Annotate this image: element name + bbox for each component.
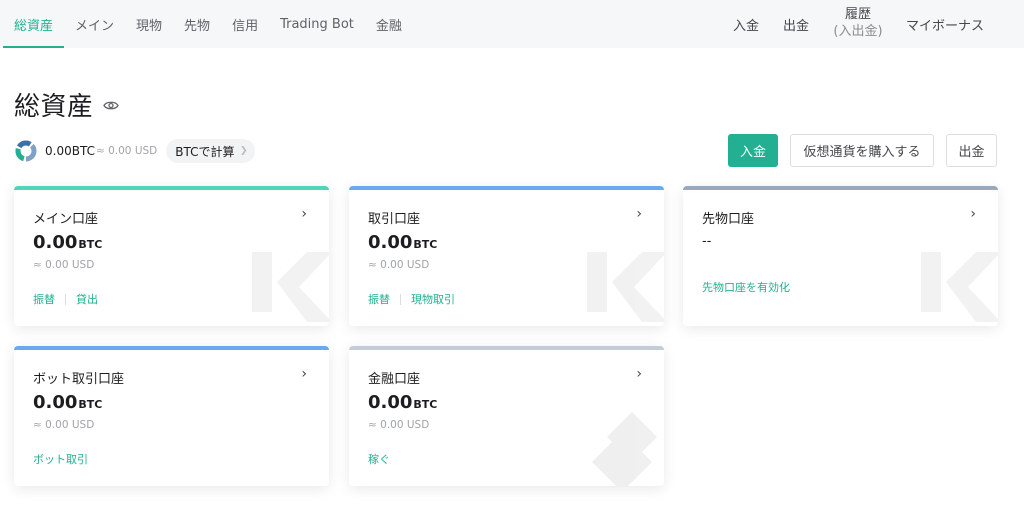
balance-unit: BTC [413, 398, 438, 411]
history-sub-label: (入出金) [833, 24, 883, 39]
deposit-button[interactable]: 入金 [728, 134, 778, 167]
earn-link[interactable]: 稼ぐ [368, 451, 390, 467]
total-balance-summary: 0.00BTC ≈ 0.00 USD BTCで計算 ❯ [15, 139, 255, 163]
nav-withdraw-link[interactable]: 出金 [783, 15, 809, 34]
card-balance: 0.00BTC [33, 392, 102, 413]
stack-watermark-icon [592, 412, 657, 486]
title-row: 総資産 [14, 86, 119, 123]
divider [65, 293, 66, 305]
card-balance: 0.00BTC [33, 232, 102, 253]
total-usd-value: ≈ 0.00 USD [95, 145, 158, 157]
nav-bonus-link[interactable]: マイボーナス [906, 15, 984, 34]
currency-calc-selector[interactable]: BTCで計算 ❯ [166, 139, 255, 163]
tab-margin[interactable]: 信用 [232, 0, 258, 48]
page-title: 総資産 [14, 92, 94, 122]
balance-unit: BTC [413, 238, 438, 251]
balance-unit: BTC [78, 238, 103, 251]
nav-deposit-link[interactable]: 入金 [733, 15, 759, 34]
tab-total-assets[interactable]: 総資産 [2, 0, 65, 48]
card-accent-bar [349, 346, 664, 350]
usd-value: ≈ 0.00 USD [33, 259, 95, 271]
total-btc-value: 0.00BTC [45, 144, 95, 158]
transfer-link[interactable]: 振替 [33, 291, 55, 307]
chevron-right-icon[interactable]: › [636, 206, 642, 222]
chevron-right-icon[interactable]: › [970, 206, 976, 222]
tab-futures[interactable]: 先物 [184, 0, 210, 48]
divider [400, 293, 401, 305]
usd-value: ≈ 0.00 USD [33, 419, 95, 431]
nav-history-link[interactable]: 履歴 (入出金) [830, 6, 886, 40]
chevron-right-icon: ❯ [239, 146, 248, 156]
bot-account-card[interactable]: ボット取引口座 › 0.00BTC ≈ 0.00 USD ボット取引 [14, 346, 329, 486]
trading-account-card[interactable]: 取引口座 › 0.00BTC ≈ 0.00 USD 振替 現物取引 [349, 186, 664, 326]
asset-ring-icon [15, 140, 37, 162]
finance-account-card[interactable]: 金融口座 › 0.00BTC ≈ 0.00 USD 稼ぐ [349, 346, 664, 486]
logo-watermark-icon [587, 252, 664, 322]
spot-trade-link[interactable]: 現物取引 [411, 291, 455, 307]
card-links: ボット取引 [33, 451, 88, 467]
card-links: 稼ぐ [368, 451, 390, 467]
usd-value: ≈ 0.00 USD [368, 419, 430, 431]
bot-trade-link[interactable]: ボット取引 [33, 451, 88, 467]
usd-value: ≈ 0.00 USD [368, 259, 430, 271]
card-accent-bar [14, 346, 329, 350]
card-title: 金融口座 [368, 372, 421, 387]
card-accent-bar [349, 186, 664, 190]
card-balance: 0.00BTC [368, 232, 437, 253]
activate-futures-link[interactable]: 先物口座を有効化 [702, 279, 790, 295]
balance-value: 0.00 [33, 232, 78, 253]
card-title: 取引口座 [368, 212, 421, 227]
card-title: 先物口座 [702, 212, 755, 227]
tab-trading-bot[interactable]: Trading Bot [280, 0, 354, 48]
card-accent-bar [683, 186, 998, 190]
eye-icon[interactable] [102, 100, 119, 111]
top-navigation: 総資産 メイン 現物 先物 信用 Trading Bot 金融 入金 出金 履歴… [0, 0, 1024, 48]
main-account-card[interactable]: メイン口座 › 0.00BTC ≈ 0.00 USD 振替 貸出 [14, 186, 329, 326]
balance-unit: BTC [78, 398, 103, 411]
card-links: 振替 貸出 [33, 291, 98, 307]
card-links: 振替 現物取引 [368, 291, 455, 307]
balance-value: -- [702, 234, 712, 249]
card-title: メイン口座 [33, 212, 99, 227]
chevron-right-icon[interactable]: › [301, 206, 307, 222]
card-title: ボット取引口座 [33, 372, 125, 387]
tab-spot[interactable]: 現物 [136, 0, 162, 48]
asset-tabs: 総資産 メイン 現物 先物 信用 Trading Bot 金融 [2, 0, 424, 48]
tab-main[interactable]: メイン [75, 0, 114, 48]
card-balance: 0.00BTC [368, 392, 437, 413]
transfer-link[interactable]: 振替 [368, 291, 390, 307]
lend-link[interactable]: 貸出 [76, 291, 98, 307]
balance-value: 0.00 [368, 392, 413, 413]
history-label: 履歴 [844, 7, 871, 22]
logo-watermark-icon [252, 252, 329, 322]
withdraw-button[interactable]: 出金 [946, 134, 997, 167]
card-accent-bar [14, 186, 329, 190]
logo-watermark-icon [921, 252, 998, 322]
balance-value: 0.00 [33, 392, 78, 413]
calc-label: BTCで計算 [175, 144, 235, 159]
buy-crypto-button[interactable]: 仮想通貨を購入する [790, 134, 934, 167]
tab-finance[interactable]: 金融 [376, 0, 402, 48]
balance-value: 0.00 [368, 232, 413, 253]
chevron-right-icon[interactable]: › [301, 366, 307, 382]
futures-account-card[interactable]: 先物口座 › -- 先物口座を有効化 [683, 186, 998, 326]
chevron-right-icon[interactable]: › [636, 366, 642, 382]
